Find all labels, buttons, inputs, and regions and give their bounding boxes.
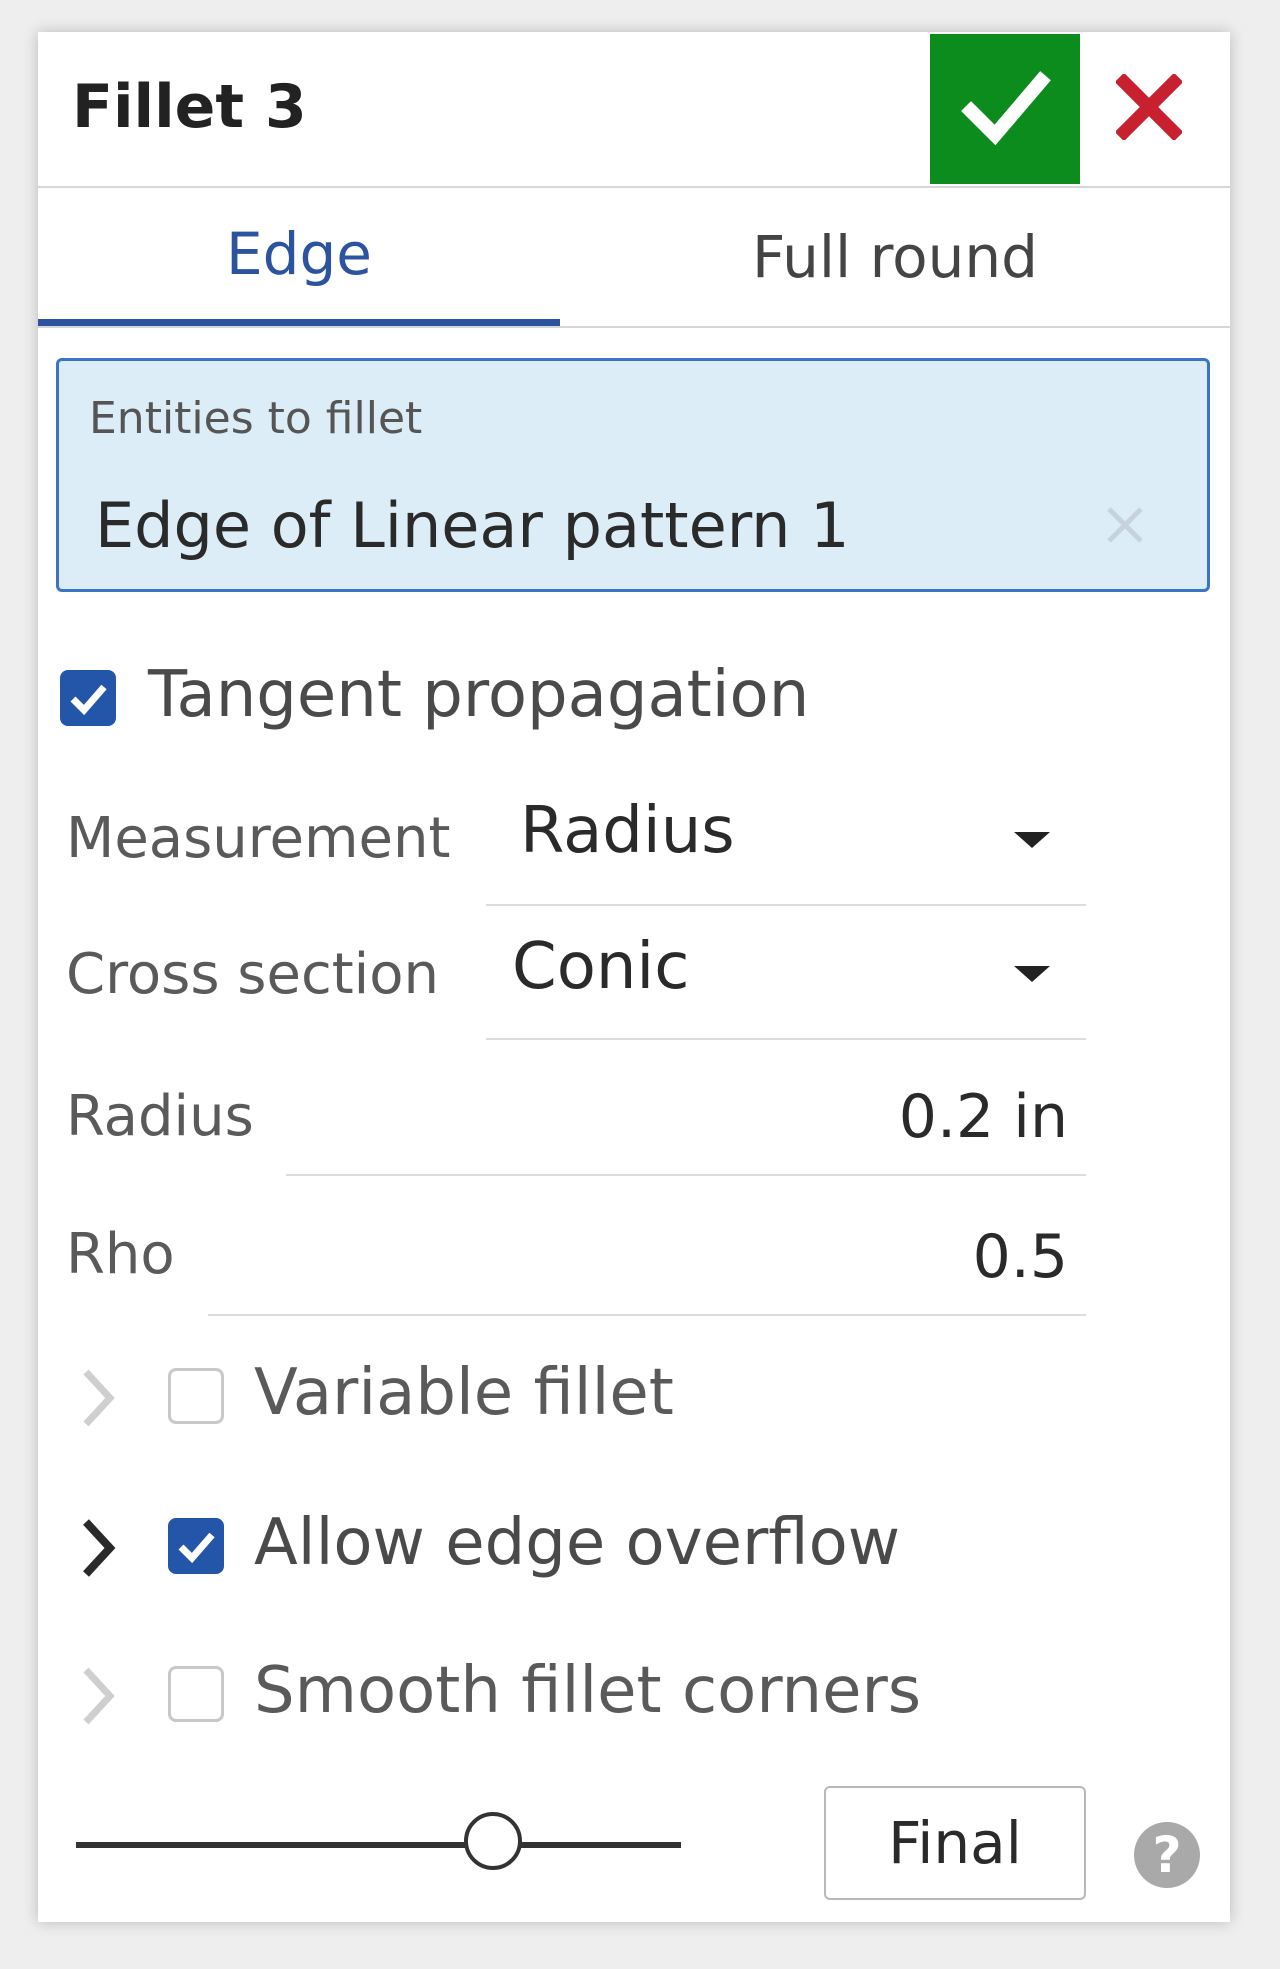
measurement-select-value[interactable]: Radius (520, 794, 735, 868)
accept-button[interactable] (930, 34, 1080, 184)
chevron-down-icon[interactable] (1014, 966, 1050, 982)
help-icon[interactable]: ? (1134, 1822, 1200, 1888)
smooth-fillet-corners-checkbox[interactable] (168, 1666, 224, 1722)
variable-fillet-checkbox[interactable] (168, 1368, 224, 1424)
entities-value: Edge of Linear pattern 1 (95, 489, 850, 562)
chevron-right-icon (83, 1667, 115, 1725)
rollback-slider-track[interactable] (76, 1842, 681, 1848)
dialog-title: Fillet 3 (72, 72, 307, 142)
clear-x-icon[interactable] (1097, 497, 1153, 553)
checkmark-icon (178, 1532, 215, 1564)
tab-bar: Edge Full round (38, 188, 1230, 328)
allow-edge-overflow-label: Allow edge overflow (254, 1506, 901, 1580)
dialog-header: Fillet 3 (38, 32, 1230, 188)
cross-section-label: Cross section (66, 942, 439, 1007)
cross-section-select-value[interactable]: Conic (512, 930, 689, 1004)
rho-underline (208, 1314, 1086, 1316)
fillet-dialog: Fillet 3 Edge Full round Entities to fil… (38, 32, 1230, 1922)
radius-underline (286, 1174, 1086, 1176)
tangent-propagation-label: Tangent propagation (148, 658, 810, 732)
final-button[interactable]: Final (824, 1786, 1086, 1900)
chevron-right-icon[interactable] (66, 1508, 126, 1588)
tangent-propagation-checkbox[interactable] (60, 670, 116, 726)
measurement-label: Measurement (66, 806, 451, 871)
cross-section-underline (486, 1038, 1086, 1040)
rho-label: Rho (66, 1222, 175, 1287)
close-x-icon (1116, 74, 1182, 140)
chevron-down-icon[interactable] (1014, 832, 1050, 848)
rollback-slider-handle[interactable] (464, 1812, 523, 1870)
cancel-button[interactable] (1104, 62, 1194, 152)
entities-label: Entities to fillet (89, 393, 423, 444)
rho-input[interactable]: 0.5 (738, 1222, 1068, 1292)
radius-input[interactable]: 0.2 in (738, 1082, 1068, 1152)
tab-full-round[interactable]: Full round (560, 188, 1230, 326)
allow-edge-overflow-checkbox[interactable] (168, 1518, 224, 1574)
checkmark-icon (961, 71, 1051, 146)
variable-fillet-label: Variable fillet (254, 1356, 674, 1430)
chevron-right-icon (83, 1369, 115, 1427)
measurement-underline (486, 904, 1086, 906)
entities-selection-field[interactable]: Entities to fillet Edge of Linear patter… (56, 358, 1210, 592)
smooth-fillet-corners-label: Smooth fillet corners (254, 1654, 922, 1728)
checkmark-icon (70, 684, 107, 716)
tab-edge[interactable]: Edge (38, 188, 560, 326)
radius-label: Radius (66, 1084, 254, 1149)
